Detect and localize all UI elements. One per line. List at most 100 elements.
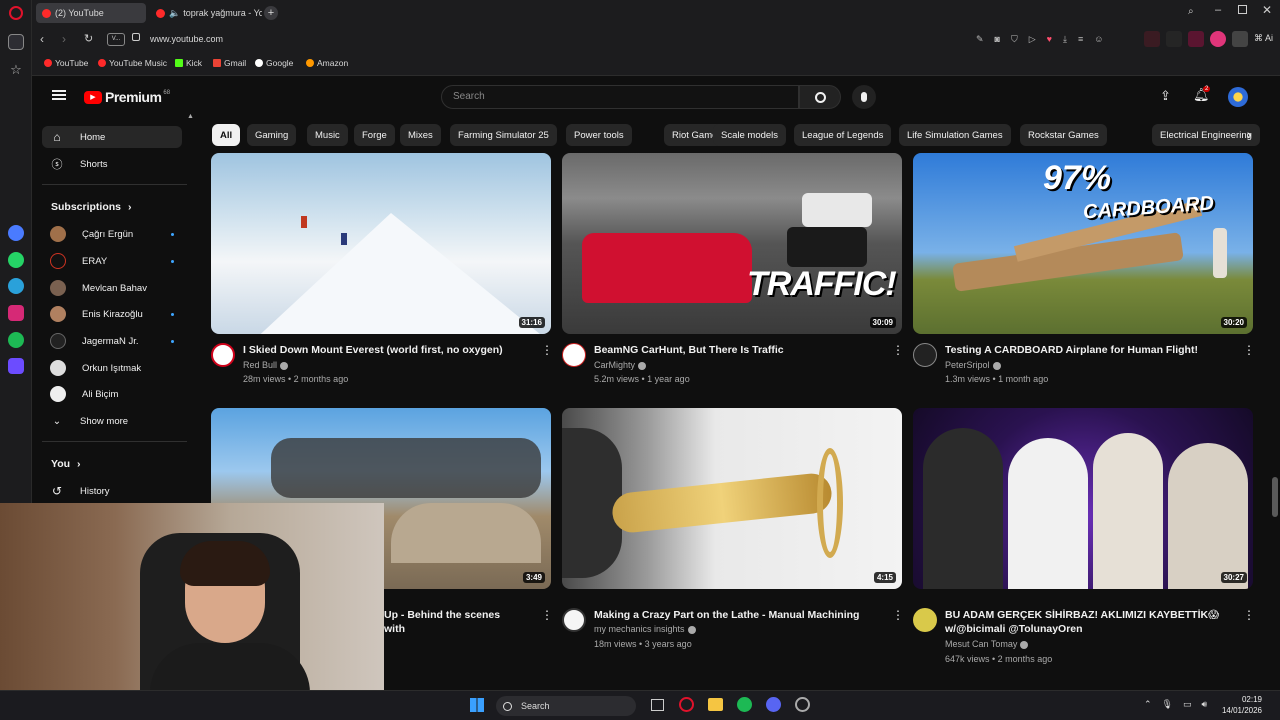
sidebar-sub-ali[interactable]: Ali Biçim: [42, 383, 182, 405]
tab-youtube[interactable]: (2) YouTube: [36, 3, 146, 23]
discord-taskbar-icon[interactable]: [766, 697, 781, 712]
youtube-logo[interactable]: ▶ Premium 68: [84, 89, 170, 105]
sidebar-item-shorts[interactable]: ⓢ Shorts: [42, 153, 182, 175]
windows-start-icon[interactable]: [470, 698, 484, 712]
channel-avatar[interactable]: [913, 608, 937, 632]
video-title[interactable]: BeamNG CarHunt, But There Is Traffic: [594, 343, 884, 357]
messenger-icon[interactable]: [8, 225, 24, 241]
app-taskbar-icon[interactable]: [795, 697, 810, 712]
voice-search-button[interactable]: [852, 85, 876, 109]
bookmark-kick[interactable]: Kick: [175, 58, 202, 68]
video-menu-icon[interactable]: ⋮: [541, 343, 553, 359]
sidebar-show-more[interactable]: ⌄ Show more: [42, 410, 182, 432]
new-tab-button[interactable]: +: [264, 6, 278, 20]
chip-all[interactable]: All: [212, 124, 241, 146]
extension-icon[interactable]: [1188, 31, 1204, 47]
chip-music[interactable]: Music: [307, 124, 348, 146]
telegram-icon[interactable]: [8, 278, 24, 294]
opera-logo-icon[interactable]: [9, 6, 23, 20]
chips-next-button[interactable]: ›: [1240, 124, 1258, 146]
video-title[interactable]: Making a Crazy Part on the Lathe - Manua…: [594, 608, 884, 622]
spotify-taskbar-icon[interactable]: [737, 697, 752, 712]
shield-icon[interactable]: ⛉: [1011, 34, 1018, 45]
forward-button[interactable]: ›: [62, 32, 66, 46]
video-card[interactable]: 4:15 Making a Crazy Part on the Lathe - …: [562, 408, 904, 649]
video-menu-icon[interactable]: ⋮: [1243, 343, 1255, 359]
search-tabs-icon[interactable]: ⌕: [1188, 6, 1194, 17]
heart-icon[interactable]: ♥: [1047, 34, 1052, 45]
avatar[interactable]: [1228, 87, 1248, 107]
instagram-icon[interactable]: [8, 305, 24, 321]
upload-icon[interactable]: ⇪: [1160, 88, 1171, 104]
video-title[interactable]: Testing A CARDBOARD Airplane for Human F…: [945, 343, 1235, 357]
sidebar-sub-eray[interactable]: ERAY: [42, 250, 182, 272]
channel-name[interactable]: my mechanics insights: [594, 624, 696, 634]
vpn-badge[interactable]: V...: [107, 33, 125, 46]
chip-farming-simulator-25[interactable]: Farming Simulator 25: [450, 124, 557, 146]
url-field[interactable]: www.youtube.com: [150, 34, 223, 44]
extension-icon[interactable]: [1232, 31, 1248, 47]
back-button[interactable]: ‹: [40, 32, 44, 46]
sidebar-item-history[interactable]: ↺ History: [42, 480, 182, 502]
channel-avatar[interactable]: [913, 343, 937, 367]
search-box[interactable]: Search: [441, 85, 799, 109]
volume-icon[interactable]: 🔊︎: [1202, 699, 1208, 710]
bookmark-youtube[interactable]: YouTube: [44, 58, 88, 68]
extension-icon[interactable]: [1210, 31, 1226, 47]
channel-name[interactable]: Red Bull: [243, 360, 289, 370]
hamburger-menu-button[interactable]: [52, 90, 66, 100]
network-icon[interactable]: ▭: [1183, 699, 1192, 710]
opera-taskbar-icon[interactable]: [679, 697, 694, 712]
chip-life-simulation-games[interactable]: Life Simulation Games: [899, 124, 1011, 146]
extension-icon[interactable]: [1166, 31, 1182, 47]
subscriptions-header[interactable]: Subscriptions ›: [51, 201, 131, 213]
video-thumbnail[interactable]: 31:16: [211, 153, 551, 334]
video-card[interactable]: 30:27 BU ADAM GERÇEK SİHİRBAZ! AKLIMIZI …: [913, 408, 1255, 664]
channel-avatar[interactable]: [562, 608, 586, 632]
player-icon[interactable]: [8, 358, 24, 374]
sidebar-sub-cagri[interactable]: Çağrı Ergün: [42, 223, 182, 245]
sidebar-sub-orkun[interactable]: Orkun Işıtmak: [42, 357, 182, 379]
video-card[interactable]: 31:16 I Skied Down Mount Everest (world …: [211, 153, 553, 384]
video-thumbnail[interactable]: TRAFFIC! 30:09: [562, 153, 902, 334]
chip-rockstar-games[interactable]: Rockstar Games: [1020, 124, 1107, 146]
video-thumbnail[interactable]: 4:15: [562, 408, 902, 589]
video-title[interactable]: I Skied Down Mount Everest (world first,…: [243, 343, 533, 357]
bookmark-youtube-music[interactable]: YouTube Music: [98, 58, 167, 68]
channel-name[interactable]: Mesut Can Tomay: [945, 639, 1029, 649]
search-input[interactable]: Search: [453, 91, 485, 102]
video-title[interactable]: Up - Behind the scenes with: [384, 608, 524, 636]
video-card[interactable]: 97% CARDBOARD 30:20 Testing A CARDBOARD …: [913, 153, 1255, 384]
chip-gaming[interactable]: Gaming: [247, 124, 297, 146]
video-card[interactable]: TRAFFIC! 30:09 BeamNG CarHunt, But There…: [562, 153, 904, 384]
whatsapp-icon[interactable]: [8, 252, 24, 268]
you-header[interactable]: You ›: [51, 458, 80, 470]
chip-scale-models[interactable]: Scale models: [713, 124, 787, 146]
bookmark-gmail[interactable]: Gmail: [213, 58, 246, 68]
chip-mixes[interactable]: Mixes: [400, 124, 441, 146]
sidebar-sub-jagerman[interactable]: JagermaN Jr.: [42, 330, 182, 352]
clock[interactable]: 02:19 14/01/2026: [1212, 694, 1262, 716]
task-view-icon[interactable]: [651, 699, 664, 711]
sidebar-sub-enis[interactable]: Enis Kirazoğlu: [42, 303, 182, 325]
sidebar-sub-mevlcan[interactable]: Mevlcan Bahav: [42, 277, 182, 299]
edit-icon[interactable]: ✎: [976, 34, 984, 45]
bookmark-google[interactable]: Google: [255, 58, 293, 68]
page-scrollbar[interactable]: [1272, 477, 1278, 517]
search-button[interactable]: [799, 85, 841, 109]
chevron-up-icon[interactable]: ⌃: [1144, 699, 1152, 710]
file-explorer-icon[interactable]: [708, 698, 723, 711]
video-thumbnail[interactable]: 30:27: [913, 408, 1253, 589]
home-icon[interactable]: [8, 34, 24, 50]
menu-icon[interactable]: ≡: [1078, 34, 1083, 45]
sidebar-item-home[interactable]: ⌂ Home: [42, 126, 182, 148]
minimize-button[interactable]: –: [1215, 4, 1221, 16]
video-menu-icon[interactable]: ⋮: [541, 608, 553, 624]
video-menu-icon[interactable]: ⋮: [892, 343, 904, 359]
tab-toprak[interactable]: 🔈 toprak yağmura - You: [150, 3, 262, 23]
ai-button[interactable]: ⌘ Ai: [1254, 33, 1273, 44]
chip-league-of-legends[interactable]: League of Legends: [794, 124, 892, 146]
taskbar-search[interactable]: Search: [496, 696, 636, 716]
star-icon[interactable]: ☆: [8, 62, 24, 78]
channel-avatar[interactable]: [211, 343, 235, 367]
